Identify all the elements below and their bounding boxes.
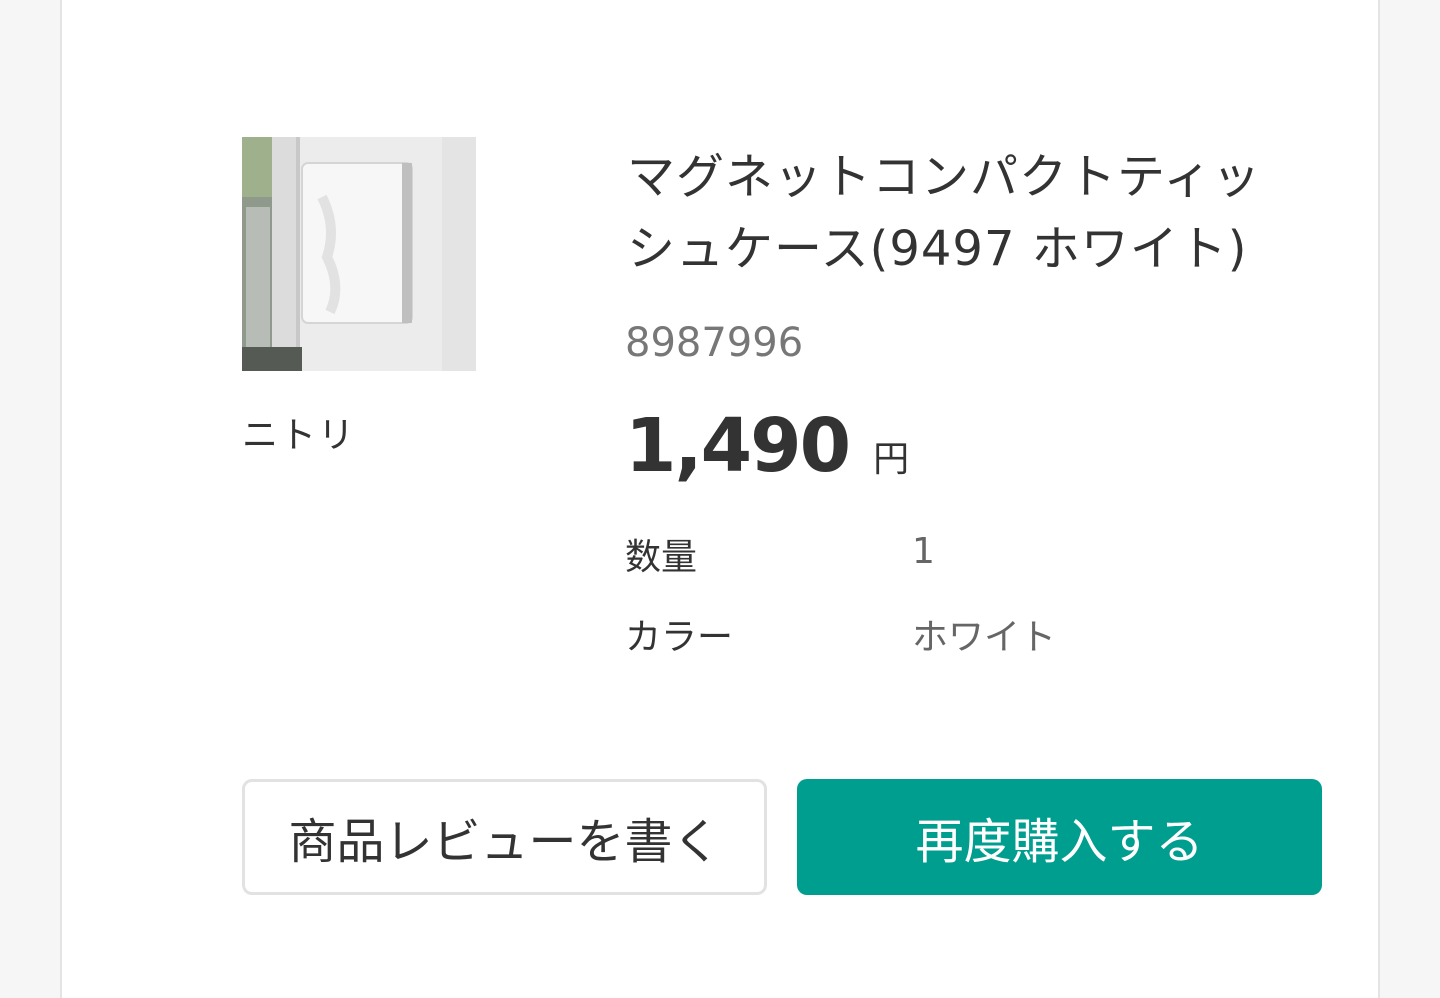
price-amount: 1,490 (625, 403, 851, 489)
product-title[interactable]: マグネットコンパクトティッシュケース(9497 ホワイト) (627, 141, 1307, 285)
product-code: 8987996 (625, 320, 804, 366)
quantity-value: 1 (912, 531, 935, 572)
quantity-label: 数量 (625, 537, 698, 578)
color-label: カラー (625, 617, 734, 658)
price-currency: 円 (873, 439, 910, 480)
price: 1,490 円 (625, 403, 909, 489)
color-value: ホワイト (912, 617, 1057, 658)
order-item-card: ニトリ マグネットコンパクトティッシュケース(9497 ホワイト) 898799… (60, 0, 1380, 998)
rebuy-button[interactable]: 再度購入する (797, 779, 1322, 895)
write-review-button[interactable]: 商品レビューを書く (242, 779, 767, 895)
brand-name: ニトリ (242, 415, 357, 456)
product-image[interactable] (242, 137, 476, 371)
tissue-case-photo (242, 137, 476, 371)
